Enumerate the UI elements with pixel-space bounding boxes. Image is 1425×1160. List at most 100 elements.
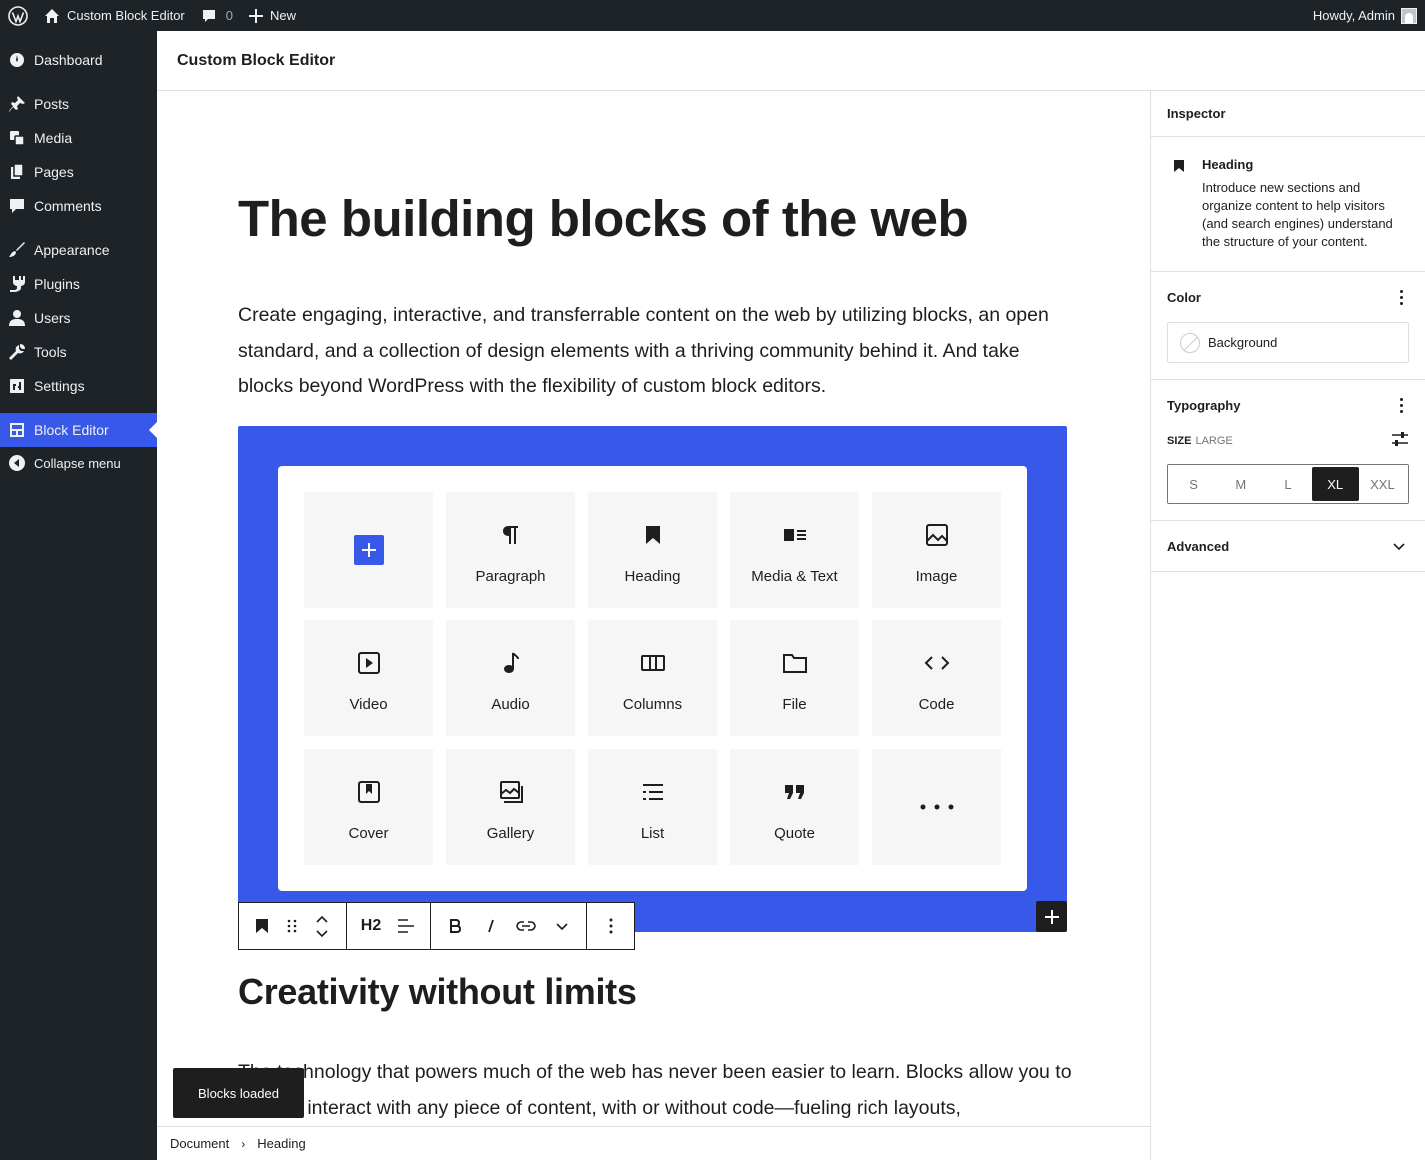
admin-menu: Dashboard Posts Media Pages Comments App…	[0, 31, 157, 1160]
block-tile-paragraph[interactable]: Paragraph	[446, 492, 575, 608]
block-tile-media-text[interactable]: Media & Text	[730, 492, 859, 608]
chevron-down-icon[interactable]	[315, 928, 329, 938]
menu-item-comments[interactable]: Comments	[0, 189, 157, 223]
wrench-icon	[0, 335, 34, 369]
block-card-description: Introduce new sections and organize cont…	[1202, 179, 1409, 251]
block-tile-video[interactable]: Video	[304, 620, 433, 736]
inspector-title: Inspector	[1151, 91, 1425, 137]
menu-item-label: Appearance	[34, 242, 110, 258]
menu-item-settings[interactable]: Settings	[0, 369, 157, 403]
block-label: Image	[916, 568, 958, 585]
font-size-l[interactable]: L	[1264, 467, 1311, 501]
block-tile-add[interactable]	[304, 492, 433, 608]
menu-item-pages[interactable]: Pages	[0, 155, 157, 189]
link-button[interactable]	[509, 903, 545, 949]
plugin-icon	[0, 267, 34, 301]
brush-icon	[0, 233, 34, 267]
size-label: Size	[1167, 435, 1191, 447]
advanced-panel-title: Advanced	[1167, 539, 1229, 554]
block-tile-columns[interactable]: Columns	[588, 620, 717, 736]
block-label: Audio	[491, 696, 529, 713]
bookmark-icon	[644, 520, 662, 550]
cover-icon	[356, 777, 382, 807]
menu-item-block-editor[interactable]: Block Editor	[0, 413, 157, 447]
heading-level-button[interactable]: H2	[353, 903, 389, 949]
block-tile-image[interactable]: Image	[872, 492, 1001, 608]
more-vertical-icon[interactable]	[1400, 290, 1409, 305]
block-tile-quote[interactable]: Quote	[730, 749, 859, 865]
wordpress-logo-icon[interactable]	[0, 0, 36, 31]
add-block-button[interactable]	[1036, 901, 1067, 932]
block-card-title: Heading	[1202, 157, 1409, 172]
menu-item-label: Posts	[34, 96, 69, 112]
block-tile-cover[interactable]: Cover	[304, 749, 433, 865]
menu-item-tools[interactable]: Tools	[0, 335, 157, 369]
block-tile-code[interactable]: Code	[872, 620, 1001, 736]
typography-panel: Typography SizeLarge S M L XL XXL	[1151, 380, 1425, 521]
font-size-xxl[interactable]: XXL	[1359, 467, 1406, 501]
audio-icon	[501, 648, 521, 678]
size-value: Large	[1195, 435, 1232, 447]
account-menu[interactable]: Howdy, Admin	[1313, 0, 1417, 31]
menu-item-dashboard[interactable]: Dashboard	[0, 43, 157, 77]
block-label: Quote	[774, 825, 815, 842]
block-type-button[interactable]	[245, 903, 279, 949]
block-label: Columns	[623, 696, 682, 713]
block-tile-gallery[interactable]: Gallery	[446, 749, 575, 865]
block-label: Gallery	[487, 825, 535, 842]
menu-item-plugins[interactable]: Plugins	[0, 267, 157, 301]
breadcrumb-item-document[interactable]: Document	[170, 1136, 229, 1151]
font-size-m[interactable]: M	[1217, 467, 1264, 501]
more-formats-button[interactable]	[544, 903, 580, 949]
block-tile-heading[interactable]: Heading	[588, 492, 717, 608]
block-tile-list[interactable]: List	[588, 749, 717, 865]
post-title[interactable]: The building blocks of the web	[238, 189, 968, 248]
paragraph-block[interactable]: Create engaging, interactive, and transf…	[238, 298, 1078, 405]
background-color-button[interactable]: Background	[1167, 322, 1409, 363]
collapse-menu-button[interactable]: Collapse menu	[0, 446, 157, 480]
block-tile-file[interactable]: File	[730, 620, 859, 736]
new-content-link[interactable]: New	[241, 0, 304, 31]
menu-item-posts[interactable]: Posts	[0, 87, 157, 121]
media-icon	[0, 121, 34, 155]
italic-button[interactable]	[473, 903, 509, 949]
font-size-xl[interactable]: XL	[1312, 467, 1359, 501]
font-size-s[interactable]: S	[1170, 467, 1217, 501]
block-tile-more[interactable]	[872, 749, 1001, 865]
menu-item-label: Collapse menu	[34, 456, 121, 471]
chevron-up-icon[interactable]	[315, 915, 329, 925]
editor-canvas[interactable]: The building blocks of the web Create en…	[157, 91, 1150, 1126]
snackbar-notice[interactable]: Blocks loaded	[173, 1068, 304, 1118]
more-vertical-icon[interactable]	[1400, 398, 1409, 413]
site-name-link[interactable]: Custom Block Editor	[36, 0, 193, 31]
comments-count: 0	[226, 8, 233, 23]
plus-icon	[354, 535, 384, 565]
comments-link[interactable]: 0	[193, 0, 241, 31]
block-label: List	[641, 825, 664, 842]
block-toolbar-group-options	[587, 903, 634, 949]
block-options-button[interactable]	[596, 903, 626, 949]
cover-block[interactable]: Paragraph Heading Media & Text Image Vid…	[238, 426, 1067, 932]
block-tile-audio[interactable]: Audio	[446, 620, 575, 736]
settings-sliders-icon[interactable]	[1391, 431, 1409, 450]
pages-icon	[0, 155, 34, 189]
move-block-buttons[interactable]	[305, 903, 339, 949]
media-text-icon	[782, 520, 808, 550]
advanced-panel[interactable]: Advanced	[1151, 521, 1425, 572]
heading-block[interactable]: Creativity without limits	[238, 971, 637, 1013]
menu-item-media[interactable]: Media	[0, 121, 157, 155]
list-icon	[640, 777, 666, 807]
drag-handle[interactable]	[279, 903, 305, 949]
block-label: Heading	[625, 568, 681, 585]
bold-button[interactable]	[437, 903, 473, 949]
block-toolbar-group-format	[431, 903, 587, 949]
menu-item-appearance[interactable]: Appearance	[0, 233, 157, 267]
align-button[interactable]	[389, 903, 423, 949]
menu-item-label: Tools	[34, 344, 67, 360]
paragraph-block[interactable]: The technology that powers much of the w…	[238, 1055, 1088, 1126]
breadcrumb-item-heading[interactable]: Heading	[257, 1136, 305, 1151]
block-editor-icon	[0, 413, 34, 447]
drag-handle-icon	[286, 918, 298, 934]
menu-item-users[interactable]: Users	[0, 301, 157, 335]
chevron-down-icon	[555, 921, 569, 931]
